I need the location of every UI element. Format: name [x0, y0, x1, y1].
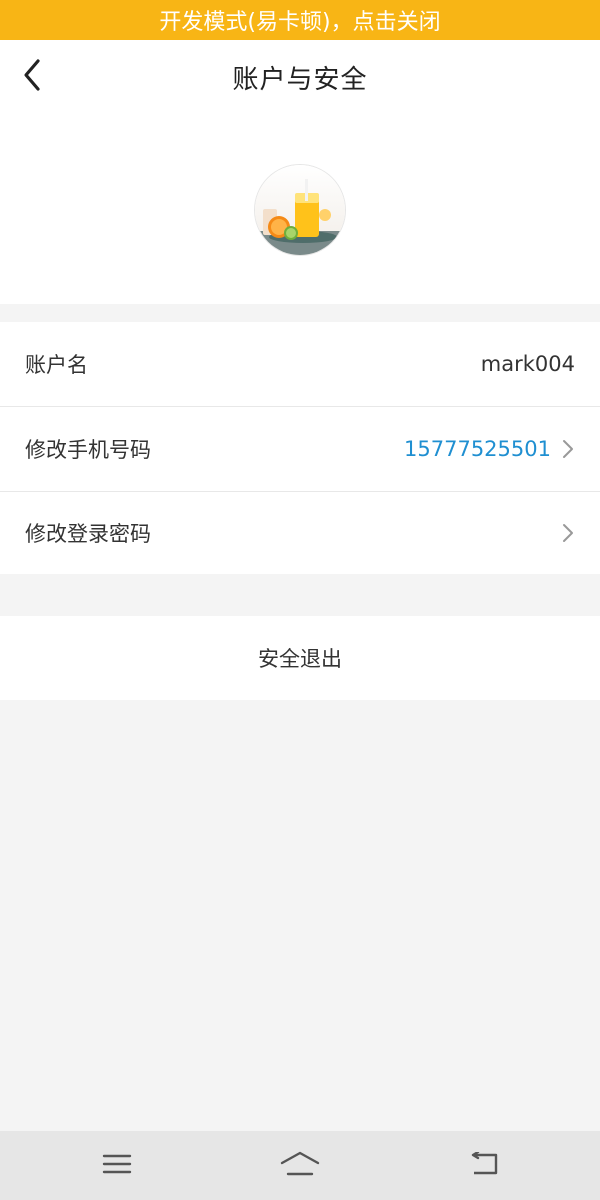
logout-label: 安全退出 [258, 647, 342, 671]
dev-mode-banner-text: 开发模式(易卡顿)，点击关闭 [159, 10, 441, 35]
home-button[interactable] [277, 1143, 323, 1189]
header-bar: 账户与安全 [0, 40, 600, 114]
system-nav-bar [0, 1131, 600, 1200]
menu-button[interactable] [94, 1143, 140, 1189]
chevron-right-icon [561, 522, 575, 544]
account-name-value: mark004 [480, 352, 575, 376]
page-title: 账户与安全 [232, 64, 368, 95]
account-name-label: 账户名 [25, 353, 88, 377]
dev-mode-banner[interactable]: 开发模式(易卡顿)，点击关闭 [0, 0, 600, 40]
account-info-group: 账户名 mark004 修改手机号码 15777525501 修改登录密码 [0, 322, 600, 574]
phone-number-value: 15777525501 [404, 437, 551, 461]
change-phone-row[interactable]: 修改手机号码 15777525501 [0, 407, 600, 491]
avatar-section [0, 114, 600, 304]
chevron-left-icon [22, 58, 42, 96]
logout-button[interactable]: 安全退出 [0, 616, 600, 700]
menu-icon [102, 1153, 132, 1179]
back-nav-button[interactable] [460, 1143, 506, 1189]
home-icon [280, 1151, 320, 1181]
back-icon [468, 1150, 498, 1180]
account-name-row: 账户名 mark004 [0, 322, 600, 406]
chevron-right-icon [561, 438, 575, 460]
change-password-label: 修改登录密码 [25, 522, 151, 546]
avatar[interactable] [254, 164, 346, 256]
back-button[interactable] [12, 54, 52, 100]
change-phone-label: 修改手机号码 [25, 438, 151, 462]
avatar-image [255, 165, 345, 255]
change-password-row[interactable]: 修改登录密码 [0, 491, 600, 575]
